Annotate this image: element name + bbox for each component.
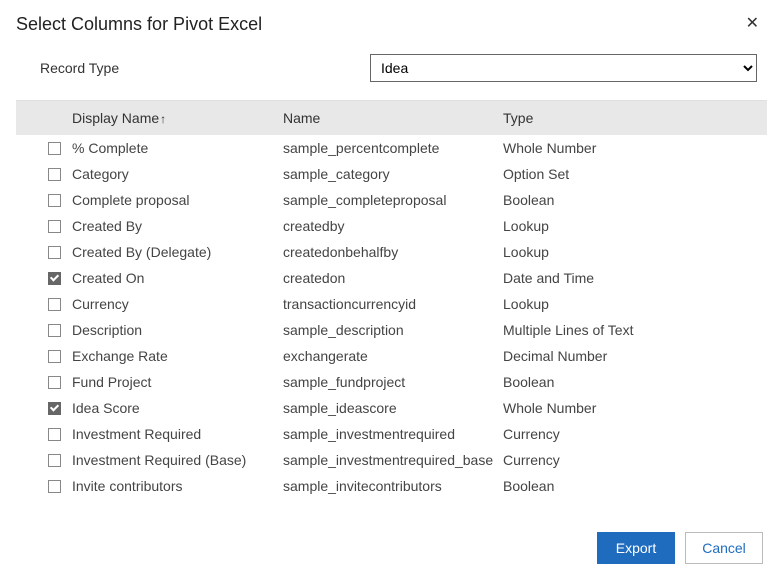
header-display-name-text: Display Name bbox=[72, 110, 159, 126]
cell-type: Lookup bbox=[503, 296, 767, 312]
cell-display-name: Created On bbox=[72, 270, 283, 286]
table-row[interactable]: CurrencytransactioncurrencyidLookup bbox=[16, 291, 767, 317]
table-row[interactable]: Fund Projectsample_fundprojectBoolean bbox=[16, 369, 767, 395]
cell-name: sample_investmentrequired bbox=[283, 426, 503, 442]
cell-name: createdby bbox=[283, 218, 503, 234]
row-checkbox[interactable] bbox=[48, 272, 61, 285]
cell-type: Option Set bbox=[503, 166, 767, 182]
cell-name: sample_percentcomplete bbox=[283, 140, 503, 156]
dialog-footer: Export Cancel bbox=[0, 520, 783, 578]
cell-name: createdonbehalfby bbox=[283, 244, 503, 260]
export-button[interactable]: Export bbox=[597, 532, 675, 564]
cell-name: sample_description bbox=[283, 322, 503, 338]
row-checkbox[interactable] bbox=[48, 376, 61, 389]
grid-body[interactable]: % Completesample_percentcompleteWhole Nu… bbox=[16, 135, 767, 505]
cell-name: exchangerate bbox=[283, 348, 503, 364]
cell-type: Decimal Number bbox=[503, 348, 767, 364]
row-checkbox[interactable] bbox=[48, 324, 61, 337]
row-checkbox[interactable] bbox=[48, 350, 61, 363]
cell-display-name: Exchange Rate bbox=[72, 348, 283, 364]
table-row[interactable]: Investment Required (Base)sample_investm… bbox=[16, 447, 767, 473]
cell-type: Multiple Lines of Text bbox=[503, 322, 767, 338]
cell-type: Lookup bbox=[503, 244, 767, 260]
cell-type: Currency bbox=[503, 452, 767, 468]
sort-ascending-icon: ↑ bbox=[160, 112, 166, 126]
cell-type: Whole Number bbox=[503, 140, 767, 156]
cell-type: Lookup bbox=[503, 218, 767, 234]
row-checkbox[interactable] bbox=[48, 454, 61, 467]
row-checkbox[interactable] bbox=[48, 194, 61, 207]
cell-display-name: % Complete bbox=[72, 140, 283, 156]
cell-name: sample_ideascore bbox=[283, 400, 503, 416]
cell-type: Whole Number bbox=[503, 400, 767, 416]
table-row[interactable]: Created BycreatedbyLookup bbox=[16, 213, 767, 239]
close-icon: ✕ bbox=[746, 15, 759, 32]
cell-display-name: Created By bbox=[72, 218, 283, 234]
row-checkbox[interactable] bbox=[48, 168, 61, 181]
row-checkbox[interactable] bbox=[48, 402, 61, 415]
table-row[interactable]: Created By (Delegate)createdonbehalfbyLo… bbox=[16, 239, 767, 265]
cell-name: sample_investmentrequired_base bbox=[283, 452, 503, 468]
table-row[interactable]: Categorysample_categoryOption Set bbox=[16, 161, 767, 187]
row-checkbox[interactable] bbox=[48, 220, 61, 233]
cell-name: sample_invitecontributors bbox=[283, 478, 503, 494]
header-display-name[interactable]: Display Name↑ bbox=[48, 110, 283, 126]
row-checkbox[interactable] bbox=[48, 246, 61, 259]
columns-grid: Display Name↑ Name Type % Completesample… bbox=[16, 100, 767, 505]
record-type-select[interactable]: Idea bbox=[370, 54, 757, 82]
cell-name: sample_category bbox=[283, 166, 503, 182]
cell-display-name: Investment Required bbox=[72, 426, 283, 442]
cell-type: Boolean bbox=[503, 478, 767, 494]
table-row[interactable]: Invite contributorssample_invitecontribu… bbox=[16, 473, 767, 499]
cell-display-name: Complete proposal bbox=[72, 192, 283, 208]
cell-display-name: Modified By bbox=[72, 504, 283, 505]
grid-header-row: Display Name↑ Name Type bbox=[16, 101, 767, 135]
row-checkbox[interactable] bbox=[48, 298, 61, 311]
cell-type: Date and Time bbox=[503, 270, 767, 286]
table-row[interactable]: Exchange RateexchangerateDecimal Number bbox=[16, 343, 767, 369]
close-button[interactable]: ✕ bbox=[742, 12, 763, 36]
cell-name: sample_completeproposal bbox=[283, 192, 503, 208]
cell-display-name: Category bbox=[72, 166, 283, 182]
dialog-title: Select Columns for Pivot Excel bbox=[16, 14, 262, 35]
table-row[interactable]: % Completesample_percentcompleteWhole Nu… bbox=[16, 135, 767, 161]
table-row[interactable]: Idea Scoresample_ideascoreWhole Number bbox=[16, 395, 767, 421]
table-row[interactable]: Investment Requiredsample_investmentrequ… bbox=[16, 421, 767, 447]
record-type-label: Record Type bbox=[40, 60, 350, 76]
cell-name: createdon bbox=[283, 270, 503, 286]
cell-name: modifiedby bbox=[283, 504, 503, 505]
row-checkbox[interactable] bbox=[48, 480, 61, 493]
cancel-button[interactable]: Cancel bbox=[685, 532, 763, 564]
table-row[interactable]: Modified BymodifiedbyLookup bbox=[16, 499, 767, 505]
cell-type: Boolean bbox=[503, 192, 767, 208]
header-name[interactable]: Name bbox=[283, 110, 503, 126]
cell-display-name: Description bbox=[72, 322, 283, 338]
cell-display-name: Idea Score bbox=[72, 400, 283, 416]
row-checkbox[interactable] bbox=[48, 142, 61, 155]
cell-type: Lookup bbox=[503, 504, 767, 505]
cell-display-name: Created By (Delegate) bbox=[72, 244, 283, 260]
table-row[interactable]: Created OncreatedonDate and Time bbox=[16, 265, 767, 291]
header-type[interactable]: Type bbox=[503, 110, 767, 126]
cell-display-name: Investment Required (Base) bbox=[72, 452, 283, 468]
cell-type: Currency bbox=[503, 426, 767, 442]
cell-name: sample_fundproject bbox=[283, 374, 503, 390]
cell-type: Boolean bbox=[503, 374, 767, 390]
cell-display-name: Currency bbox=[72, 296, 283, 312]
table-row[interactable]: Complete proposalsample_completeproposal… bbox=[16, 187, 767, 213]
cell-display-name: Fund Project bbox=[72, 374, 283, 390]
table-row[interactable]: Descriptionsample_descriptionMultiple Li… bbox=[16, 317, 767, 343]
cell-name: transactioncurrencyid bbox=[283, 296, 503, 312]
cell-display-name: Invite contributors bbox=[72, 478, 283, 494]
row-checkbox[interactable] bbox=[48, 428, 61, 441]
